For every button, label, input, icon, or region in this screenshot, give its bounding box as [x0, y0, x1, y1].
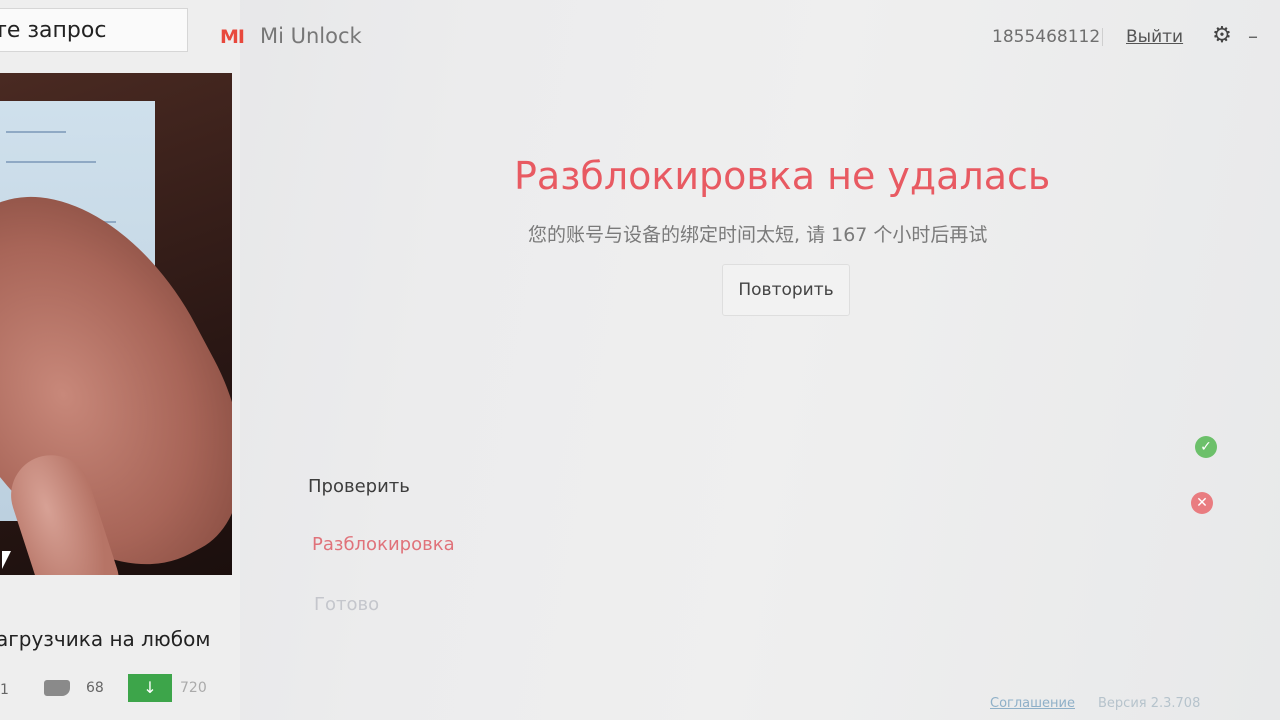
video-thumbnail[interactable] [0, 73, 232, 575]
download-icon: ↓ [143, 678, 157, 697]
phone-ui-line [6, 131, 66, 133]
like-count: 1 [0, 682, 9, 698]
dislike-icon[interactable] [44, 680, 70, 696]
screen: те запрос агрузчика на любом 1 68 ↓ 720 … [0, 0, 1280, 720]
phone-ui-line [6, 161, 96, 163]
result-message: 您的账号与设备的绑定时间太短, 请 167 个小时后再试 [528, 224, 988, 246]
app-header: MI Mi Unlock 1855468112 Выйти ⚙ – [190, 0, 1280, 72]
check-success-icon: ✓ [1195, 436, 1217, 458]
gear-icon[interactable]: ⚙ [1210, 24, 1234, 48]
mouse-cursor-icon [2, 551, 11, 569]
logout-link[interactable]: Выйти [1126, 27, 1183, 47]
header-divider [1102, 28, 1103, 46]
mi-logo: MI [220, 26, 245, 48]
agreement-link[interactable]: Соглашение [990, 696, 1075, 711]
search-box[interactable]: те запрос [0, 8, 188, 52]
dislike-count: 68 [86, 680, 104, 696]
video-meta-row: 1 68 ↓ 720 [0, 674, 240, 704]
background-browser-panel: те запрос агрузчика на любом 1 68 ↓ 720 [0, 0, 240, 720]
download-count: 720 [180, 680, 207, 696]
step-check: Проверить [308, 476, 410, 497]
step-unlock: Разблокировка [312, 534, 455, 555]
minimize-icon[interactable]: – [1248, 24, 1266, 48]
app-title: Mi Unlock [260, 24, 362, 48]
account-id: 1855468112 [992, 27, 1101, 47]
error-icon: ✕ [1191, 492, 1213, 514]
video-title[interactable]: агрузчика на любом [0, 627, 236, 651]
retry-button[interactable]: Повторить [722, 264, 850, 316]
step-done: Готово [314, 594, 380, 615]
version-label: Версия 2.3.708 [1098, 696, 1201, 711]
download-button[interactable]: ↓ [128, 674, 172, 702]
search-input-text[interactable]: те запрос [0, 18, 106, 43]
result-title: Разблокировка не удалась [514, 154, 1051, 198]
